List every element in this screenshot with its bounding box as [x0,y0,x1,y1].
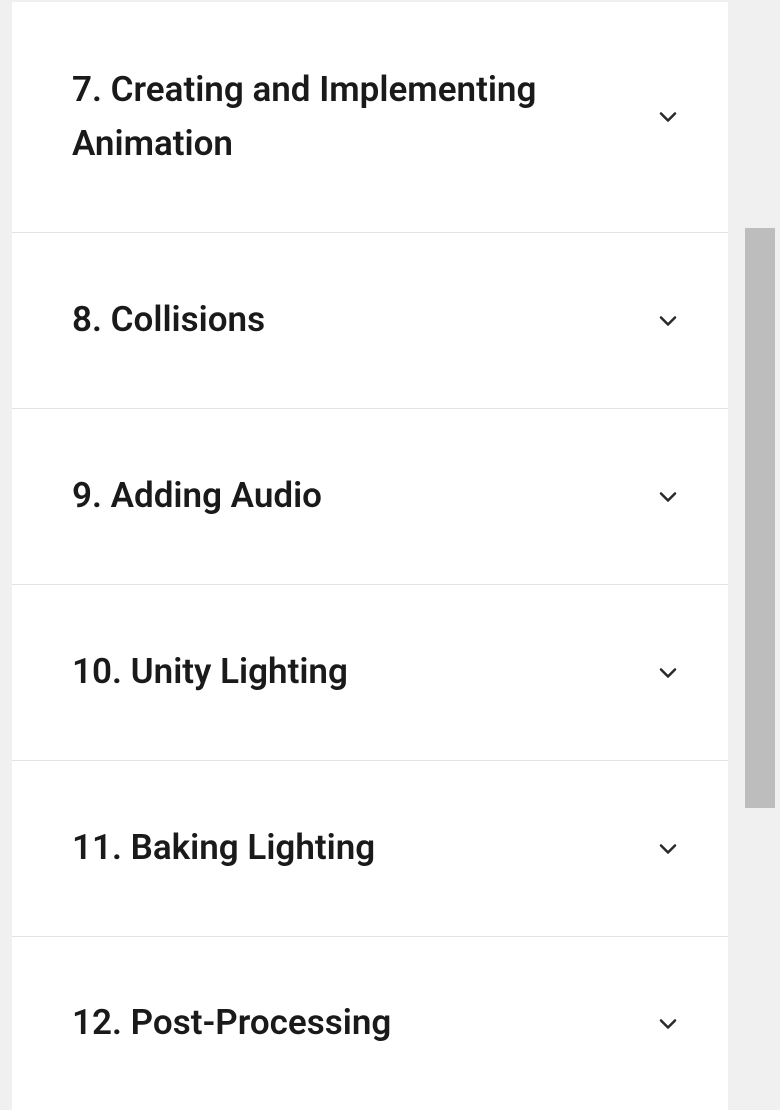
chevron-down-icon[interactable] [652,1008,684,1040]
section-item-9[interactable]: 9. Adding Audio [12,409,728,585]
chevron-down-icon[interactable] [652,657,684,689]
section-item-12[interactable]: 12. Post-Processing [12,937,728,1110]
section-item-8[interactable]: 8. Collisions [12,233,728,409]
section-number: 10 [72,651,112,692]
section-name: Post-Processing [131,1002,392,1043]
chevron-down-icon[interactable] [652,101,684,133]
chevron-down-icon[interactable] [652,481,684,513]
section-name: Unity Lighting [131,651,348,692]
section-number: 7 [72,69,92,110]
section-number: 12 [72,1002,112,1043]
section-name: Collisions [111,299,265,340]
section-name: Creating and Implementing Animation [72,69,536,164]
chevron-down-icon[interactable] [652,305,684,337]
section-item-7[interactable]: 7. Creating and Implementing Animation [12,2,728,233]
section-title: 12. Post-Processing [72,996,391,1050]
section-number: 11 [72,827,112,868]
section-item-10[interactable]: 10. Unity Lighting [12,585,728,761]
section-title: 10. Unity Lighting [72,645,348,699]
course-sections-list: 7. Creating and Implementing Animation 8… [12,2,728,1110]
section-item-11[interactable]: 11. Baking Lighting [12,761,728,937]
scrollbar-thumb[interactable] [745,228,775,808]
section-number: 9 [72,475,92,516]
section-title: 7. Creating and Implementing Animation [72,63,592,172]
section-name: Baking Lighting [131,827,376,868]
section-name: Adding Audio [111,475,322,516]
scrollbar-track[interactable] [740,0,780,1110]
section-title: 9. Adding Audio [72,469,322,523]
section-title: 8. Collisions [72,293,265,347]
chevron-down-icon[interactable] [652,833,684,865]
section-number: 8 [72,299,92,340]
section-title: 11. Baking Lighting [72,821,375,875]
